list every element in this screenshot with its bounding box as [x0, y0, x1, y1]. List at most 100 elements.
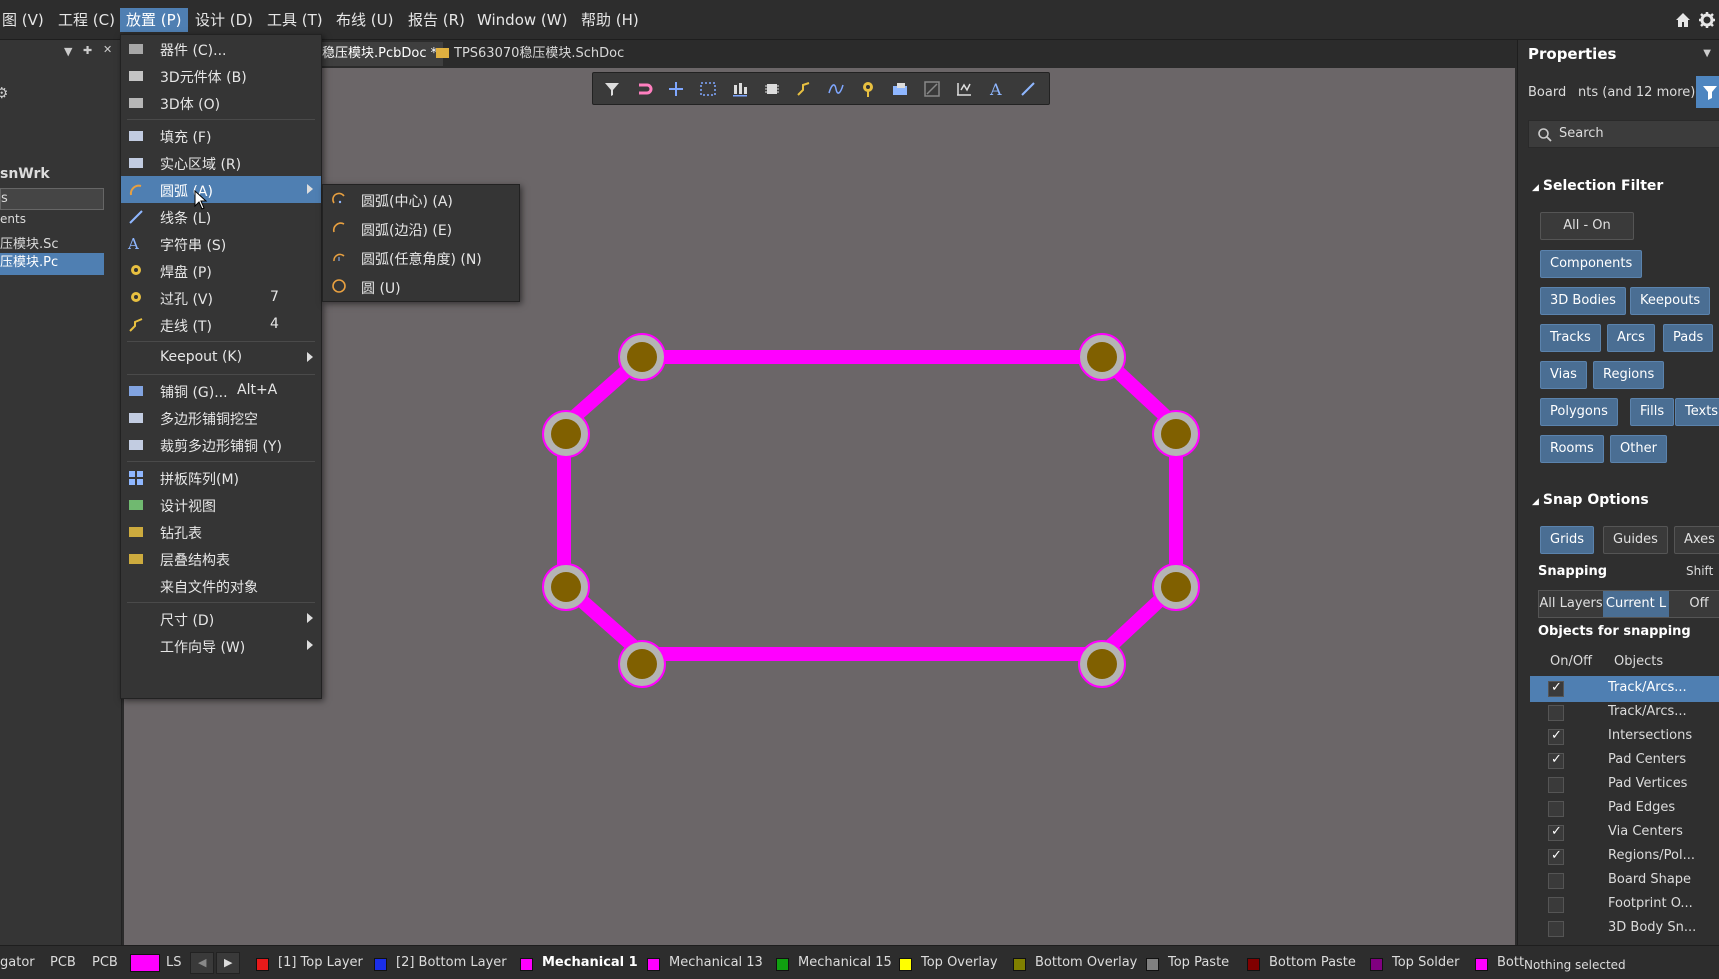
tree-item-pcbdoc[interactable]: 压模块.Pc	[0, 253, 104, 275]
submenu-arc-center[interactable]: 圆弧(中心) (A)	[323, 185, 519, 214]
snap-object-checkbox[interactable]	[1548, 824, 1564, 841]
menu-route[interactable]: 布线 (U)	[330, 8, 399, 32]
pin-icon[interactable]: ✚	[83, 44, 92, 57]
snap-object-row[interactable]: Footprint O...	[1530, 892, 1719, 918]
tab-schdoc[interactable]: TPS63070稳压模块.SchDoc	[430, 42, 630, 66]
filter-other[interactable]: Other	[1610, 435, 1667, 463]
snap-object-row[interactable]: Pad Vertices	[1530, 772, 1719, 798]
polygon-pour-icon[interactable]	[891, 80, 909, 98]
place-menu-item[interactable]: 圆弧 (A)	[121, 176, 321, 203]
menu-window[interactable]: Window (W)	[471, 8, 573, 32]
filter-tracks[interactable]: Tracks	[1540, 324, 1601, 352]
layer-next-button[interactable]: ▶	[216, 952, 240, 974]
layer-color-swatch[interactable]	[647, 958, 660, 971]
layer-color-swatch[interactable]	[1013, 958, 1026, 971]
diff-pair-icon[interactable]	[827, 80, 845, 98]
place-menu-item[interactable]: 来自文件的对象	[121, 572, 321, 599]
place-menu-item[interactable]: A 字符串 (S)	[121, 230, 321, 257]
panel-chevron-down-icon[interactable]: ▼	[1703, 48, 1711, 59]
menu-view[interactable]: 图 (V)	[0, 8, 50, 32]
layer-tab[interactable]: [2] Bottom Layer	[396, 955, 507, 970]
place-menu-item[interactable]: 钻孔表	[121, 518, 321, 545]
menu-help[interactable]: 帮助 (H)	[575, 8, 645, 32]
layer-tab[interactable]: Top Solder	[1392, 955, 1459, 970]
snap-object-checkbox[interactable]	[1548, 752, 1564, 769]
place-menu-item[interactable]: 工作向导 (W)	[121, 632, 321, 659]
place-menu-item[interactable]: 过孔 (V) 7	[121, 284, 321, 311]
place-menu-item[interactable]: 3D元件体 (B)	[121, 62, 321, 89]
filter-polygons[interactable]: Polygons	[1540, 398, 1618, 426]
tab-pcbdoc[interactable]: 稳压模块.PcbDoc *	[316, 42, 444, 66]
layer-color-swatch[interactable]	[776, 958, 789, 971]
gear-icon[interactable]	[1697, 10, 1717, 30]
crosshair-icon[interactable]	[667, 80, 685, 98]
snap-object-row[interactable]: Pad Edges	[1530, 796, 1719, 822]
filter-rooms[interactable]: Rooms	[1540, 435, 1604, 463]
filter-3d-bodies[interactable]: 3D Bodies	[1540, 287, 1626, 315]
filter-button[interactable]	[1696, 76, 1719, 108]
place-menu-item[interactable]: 裁剪多边形铺铜 (Y)	[121, 431, 321, 458]
home-icon[interactable]	[1673, 10, 1693, 30]
panel-gear-icon[interactable]: ⚙	[0, 84, 8, 102]
menu-design[interactable]: 设计 (D)	[189, 8, 259, 32]
snap-object-row[interactable]: Regions/Pol...	[1530, 844, 1719, 870]
component-icon[interactable]	[763, 80, 781, 98]
keepout-icon[interactable]	[923, 80, 941, 98]
select-rect-icon[interactable]	[699, 80, 717, 98]
layer-tab[interactable]: Top Paste	[1168, 955, 1229, 970]
layer-color-swatch[interactable]	[899, 958, 912, 971]
snap-object-checkbox[interactable]	[1548, 897, 1564, 913]
place-menu-item[interactable]: Keepout (K)	[121, 344, 321, 371]
place-menu-item[interactable]: 3D体 (O)	[121, 89, 321, 116]
menu-project[interactable]: 工程 (C)	[52, 8, 121, 32]
layer-set-ls[interactable]: LS	[166, 955, 182, 970]
filter-fills[interactable]: Fills	[1630, 398, 1675, 426]
layer-tab[interactable]: Bottom Paste	[1269, 955, 1356, 970]
properties-search-input[interactable]: Search	[1528, 120, 1719, 148]
close-icon[interactable]: ✕	[103, 43, 112, 56]
place-menu-item[interactable]: 器件 (C)...	[121, 35, 321, 62]
panel-tab-pcb-2[interactable]: PCB	[92, 955, 118, 970]
snap-object-checkbox[interactable]	[1548, 705, 1564, 721]
filter-icon[interactable]	[603, 80, 621, 98]
layer-tab[interactable]: Mechanical 1	[542, 955, 638, 970]
submenu-circle[interactable]: 圆 (U)	[323, 272, 519, 301]
layer-color-swatch[interactable]	[374, 958, 387, 971]
filter-arcs[interactable]: Arcs	[1607, 324, 1655, 352]
layer-tab[interactable]: Top Overlay	[921, 955, 998, 970]
snapping-current-layer[interactable]: Current L	[1603, 591, 1669, 617]
snapping-off[interactable]: Off	[1679, 591, 1719, 617]
filter-components[interactable]: Components	[1540, 250, 1643, 278]
filter-keepouts[interactable]: Keepouts	[1630, 287, 1711, 315]
snap-options-header[interactable]: ◢ Snap Options	[1532, 492, 1649, 508]
magnet-icon[interactable]	[635, 80, 653, 98]
snap-guides-button[interactable]: Guides	[1603, 526, 1668, 554]
place-menu-item[interactable]: 拼板阵列(M)	[121, 464, 321, 491]
menu-reports[interactable]: 报告 (R)	[402, 8, 471, 32]
layer-color-swatch[interactable]	[1475, 958, 1488, 971]
snap-object-checkbox[interactable]	[1548, 848, 1564, 865]
menu-tools[interactable]: 工具 (T)	[261, 8, 329, 32]
all-on-button[interactable]: All - On	[1540, 212, 1634, 240]
panel-tab-navigator[interactable]: gator	[0, 955, 35, 970]
layer-color-swatch[interactable]	[1370, 958, 1383, 971]
line-icon[interactable]	[1019, 80, 1037, 98]
layer-tab[interactable]: Mechanical 13	[669, 955, 763, 970]
snap-object-checkbox[interactable]	[1548, 873, 1564, 889]
layer-prev-button[interactable]: ◀	[190, 952, 214, 974]
snap-object-checkbox[interactable]	[1548, 680, 1564, 697]
tree-item-components[interactable]: ents	[0, 212, 26, 226]
layer-color-swatch[interactable]	[1247, 958, 1260, 971]
place-menu-item[interactable]: 尺寸 (D)	[121, 605, 321, 632]
align-icon[interactable]	[731, 80, 749, 98]
filter-vias[interactable]: Vias	[1540, 361, 1587, 389]
tree-item-schdoc[interactable]: 压模块.Sc	[0, 233, 59, 252]
snap-object-row[interactable]: 3D Body Sn...	[1530, 916, 1719, 942]
snap-object-checkbox[interactable]	[1548, 801, 1564, 817]
snap-object-row[interactable]: Track/Arcs...	[1530, 676, 1719, 702]
snapping-all-layers[interactable]: All Layers	[1539, 591, 1603, 617]
place-menu-item[interactable]: 线条 (L)	[121, 203, 321, 230]
panel-tab-pcb-1[interactable]: PCB	[50, 955, 76, 970]
text-icon[interactable]: A	[987, 80, 1005, 98]
place-menu-item[interactable]: 走线 (T) 4	[121, 311, 321, 338]
